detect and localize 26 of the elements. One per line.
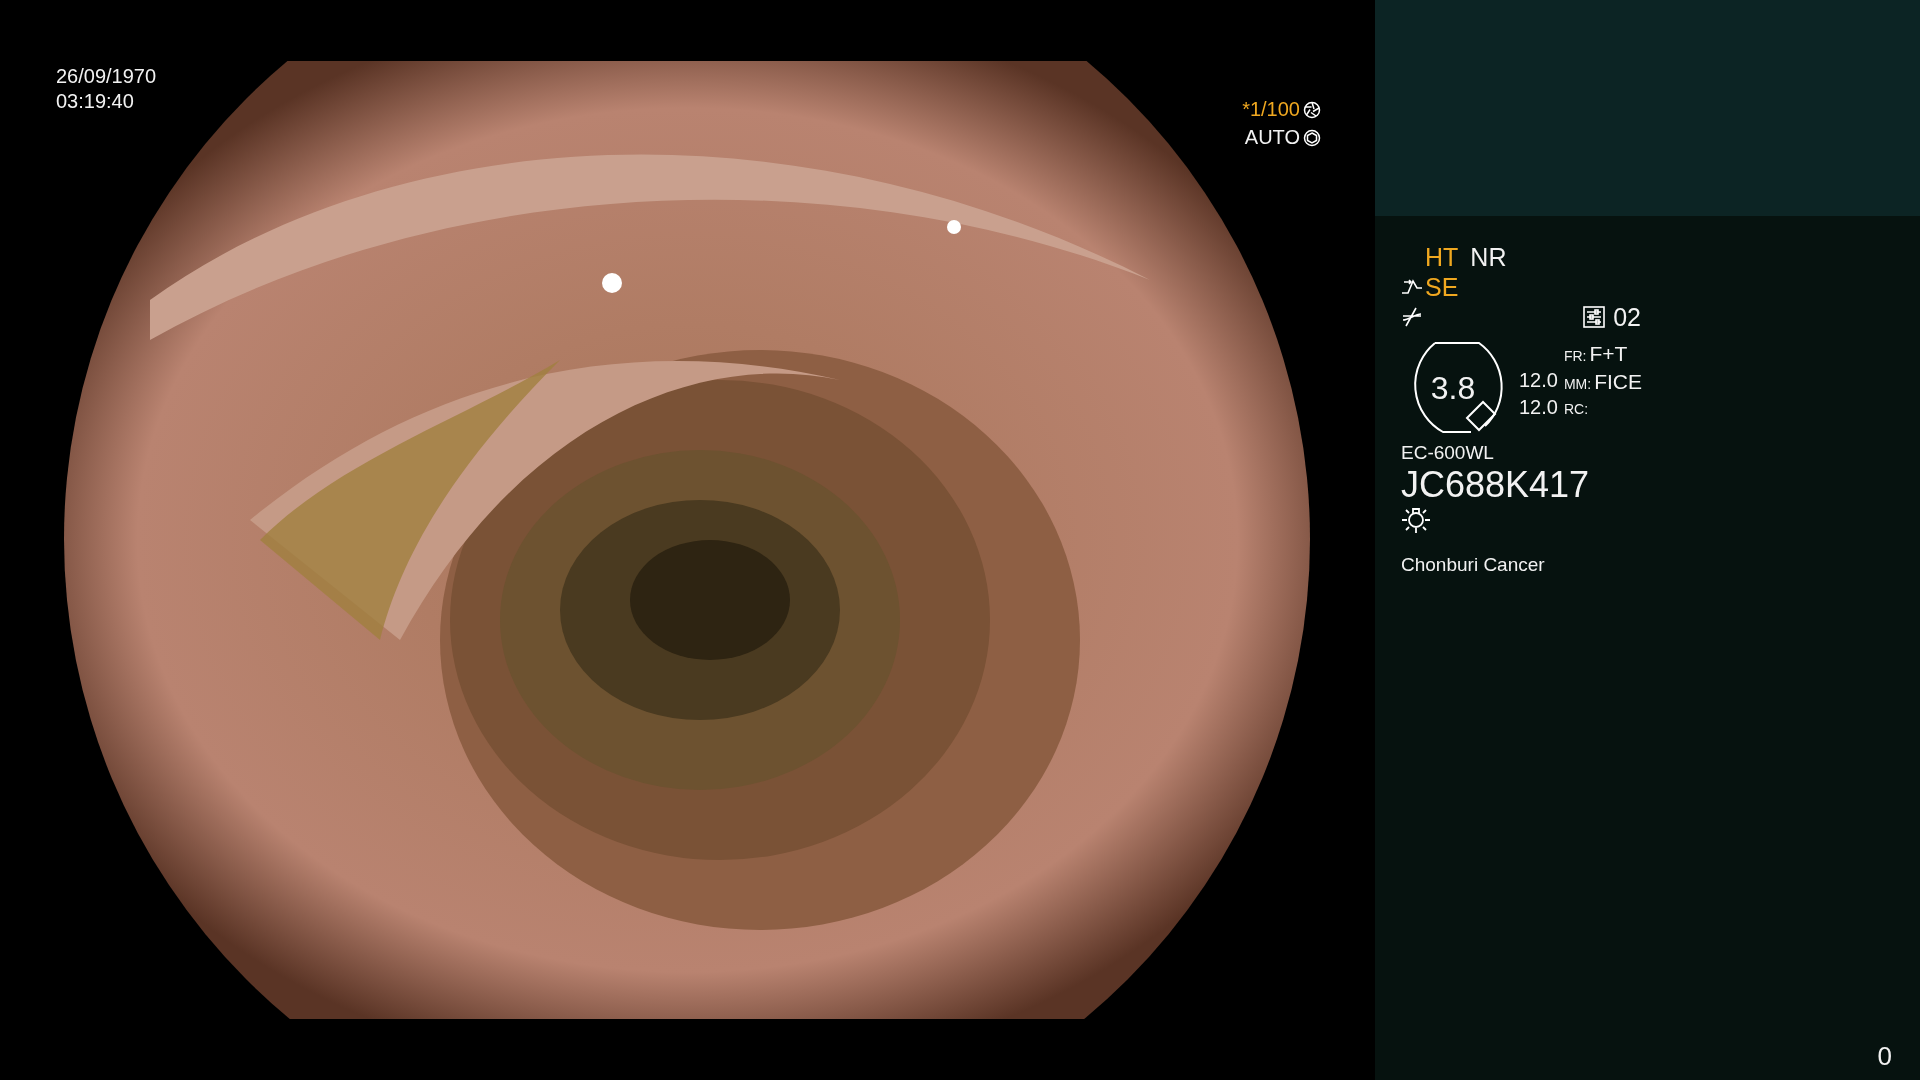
setting-label: MM: — [1563, 374, 1592, 394]
preset-number: 02 — [1613, 302, 1641, 332]
time-text: 03:19:40 — [56, 89, 135, 114]
aperture-icon — [1303, 100, 1321, 119]
reading-value: 12.0 — [1519, 395, 1558, 420]
exposure-text: *1/100 — [1242, 98, 1300, 121]
reading-value: 12.0 — [1519, 368, 1558, 393]
enhancement-label: SE — [1425, 272, 1459, 302]
counter-value: 0 — [1877, 1041, 1892, 1072]
not-equal-icon — [1401, 307, 1423, 327]
exposure-text: AUTO — [1244, 126, 1300, 149]
serial-number: JC688K417 — [1401, 464, 1591, 506]
aperture-icon — [1303, 128, 1321, 147]
mode-label: HT — [1425, 242, 1459, 272]
setting-label: FR: — [1563, 346, 1587, 366]
sun-icon — [1401, 506, 1431, 534]
setting-value: F+T — [1589, 340, 1628, 366]
date-text: 26/09/1970 — [56, 64, 157, 89]
scope-model: EC-600WL — [1401, 442, 1495, 464]
sliders-icon — [1583, 306, 1606, 328]
curve-icon — [1401, 278, 1423, 296]
zoom-value: 3.8 — [1430, 369, 1476, 407]
setting-label: RC: — [1563, 399, 1589, 419]
mode-label: NR — [1470, 242, 1507, 272]
hospital-name: Chonburi Cancer — [1401, 554, 1546, 576]
setting-value: FICE — [1594, 368, 1642, 394]
